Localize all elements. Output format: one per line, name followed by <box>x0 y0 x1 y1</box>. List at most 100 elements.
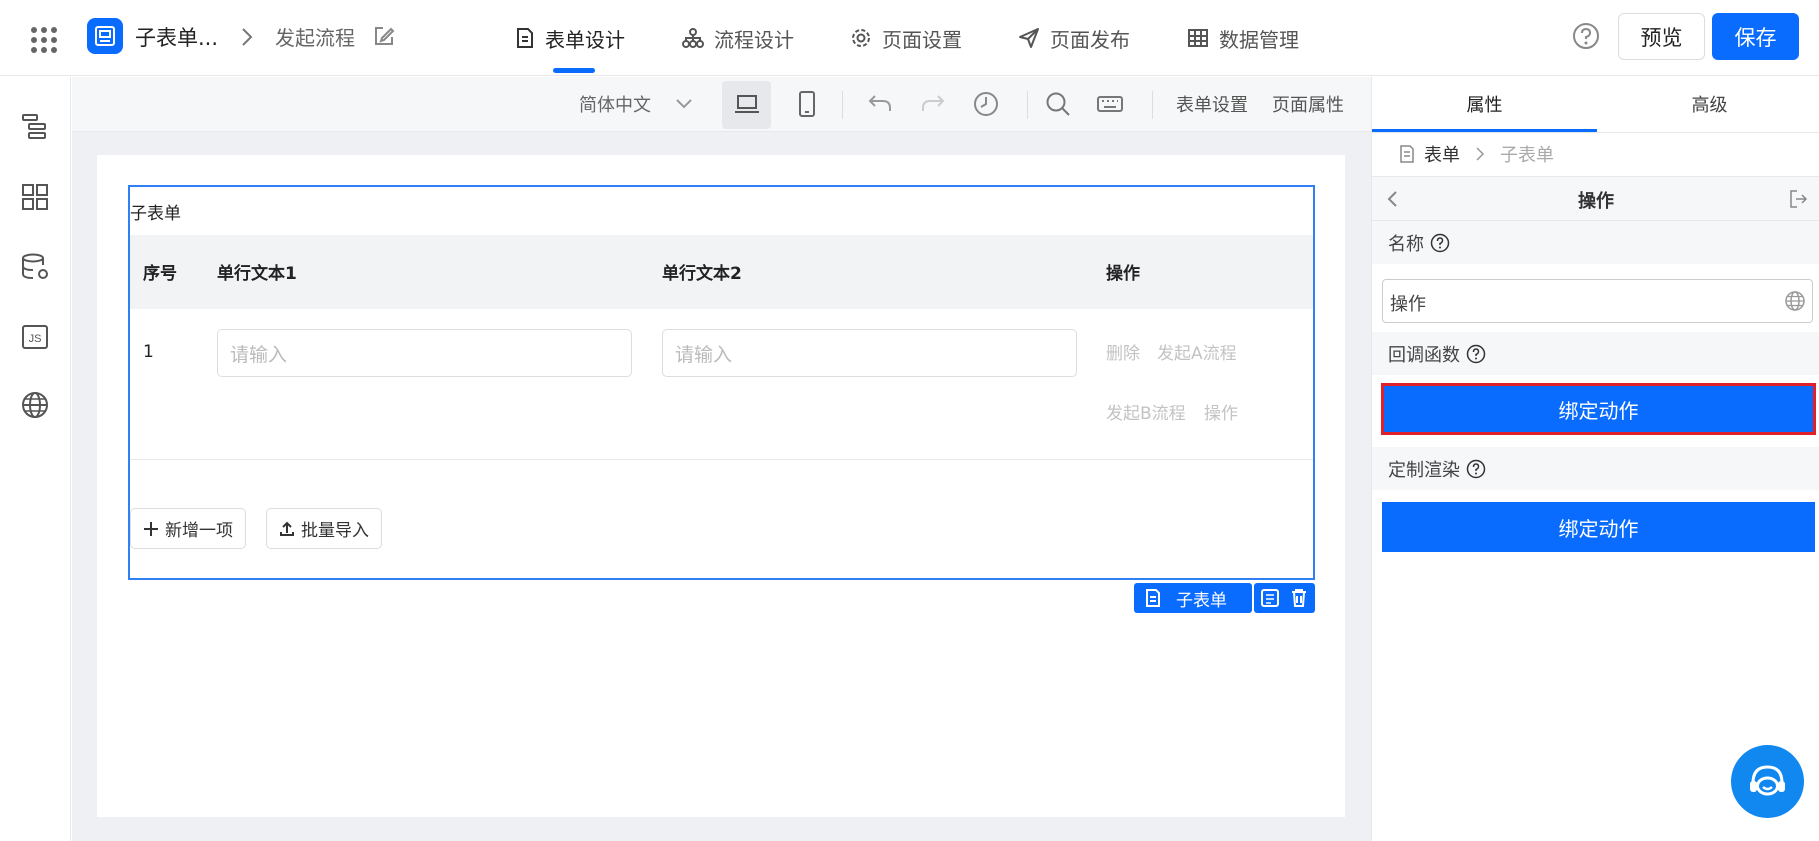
preview-button[interactable]: 预览 <box>1618 13 1705 60</box>
tab-label: 数据管理 <box>1219 27 1299 52</box>
search-icon[interactable] <box>1044 90 1072 118</box>
properties-panel: 属性 高级 表单 子表单 操作 名称 操作 回调函数 绑定动作 定制渲染 绑定动… <box>1371 77 1819 841</box>
batch-import-label: 批量导入 <box>301 521 369 541</box>
exit-icon[interactable] <box>1788 189 1808 209</box>
history-icon[interactable] <box>972 90 1000 118</box>
text-input-2[interactable]: 请输入 <box>662 329 1077 377</box>
plus-icon <box>144 521 158 536</box>
app-name[interactable]: 子表单... <box>135 22 218 52</box>
page-props-link[interactable]: 页面属性 <box>1272 91 1344 117</box>
row-divider <box>130 459 1313 460</box>
toolbar-divider <box>842 91 843 119</box>
tab-label: 表单设计 <box>545 27 625 52</box>
tab-advanced[interactable]: 高级 <box>1597 77 1819 131</box>
delete-link[interactable]: 删除 <box>1106 339 1140 364</box>
bind-action-button[interactable]: 绑定动作 <box>1381 383 1816 435</box>
name-label: 名称 <box>1388 233 1424 255</box>
trash-icon[interactable] <box>1290 588 1308 608</box>
start-flow-a-link[interactable]: 发起A流程 <box>1157 339 1237 364</box>
laptop-icon <box>735 95 759 113</box>
callback-label: 回调函数 <box>1388 344 1460 366</box>
breadcrumb-current: 子表单 <box>1500 145 1554 166</box>
text-input-1[interactable]: 请输入 <box>217 329 632 377</box>
keyboard-icon[interactable] <box>1096 90 1124 118</box>
batch-import-button[interactable]: 批量导入 <box>266 508 382 549</box>
datasource-icon[interactable] <box>20 252 50 282</box>
tab-form-design[interactable]: 表单设计 <box>515 20 625 56</box>
start-flow-b-link[interactable]: 发起B流程 <box>1106 399 1186 424</box>
customer-support-icon[interactable] <box>1731 745 1804 818</box>
panel-header: 操作 <box>1372 176 1819 221</box>
help-icon[interactable] <box>1430 233 1450 253</box>
breadcrumb: 表单 子表单 <box>1372 132 1819 175</box>
operation-link[interactable]: 操作 <box>1204 399 1238 424</box>
tab-properties[interactable]: 属性 <box>1372 77 1597 131</box>
svg-text:JS: JS <box>29 333 42 345</box>
save-button[interactable]: 保存 <box>1712 13 1799 60</box>
subform-selection-tag[interactable]: 子表单 <box>1134 583 1252 613</box>
column-header: 单行文本1 <box>217 264 297 284</box>
bind-render-action-button[interactable]: 绑定动作 <box>1382 502 1815 552</box>
globe-icon[interactable] <box>20 390 50 420</box>
document-icon <box>517 28 533 48</box>
tab-label: 页面发布 <box>1050 27 1130 52</box>
left-sidebar: JS <box>0 77 71 841</box>
column-header: 操作 <box>1106 264 1140 284</box>
chevron-down-icon <box>676 99 692 109</box>
upload-icon <box>280 521 294 536</box>
tab-label: 流程设计 <box>714 27 794 52</box>
help-icon[interactable] <box>1466 344 1486 364</box>
subform-title: 子表单 <box>130 204 181 224</box>
name-input-value: 操作 <box>1390 294 1426 315</box>
top-bar: 子表单... 发起流程 表单设计 流程设计 页面设置 页面发布 数据管理 预览 … <box>0 0 1819 76</box>
subform-toolbar <box>1254 583 1315 613</box>
form-settings-link[interactable]: 表单设置 <box>1176 91 1248 117</box>
document-icon <box>1400 145 1414 163</box>
js-icon[interactable]: JS <box>20 322 50 352</box>
subform-component[interactable]: 子表单 序号 单行文本1 单行文本2 操作 1 请输入 请输入 删除 发起A流程… <box>128 185 1315 580</box>
language-value: 简体中文 <box>579 95 651 116</box>
add-item-button[interactable]: 新增一项 <box>130 508 246 549</box>
chevron-right-icon <box>1476 147 1485 161</box>
add-item-label: 新增一项 <box>165 521 233 541</box>
mobile-icon <box>799 91 815 117</box>
column-header: 序号 <box>143 264 177 284</box>
custom-render-label-row: 定制渲染 <box>1372 447 1819 490</box>
callback-label-row: 回调函数 <box>1372 332 1819 375</box>
toolbar-divider <box>1152 91 1153 119</box>
mobile-view-button[interactable] <box>797 90 817 118</box>
panel-header-title: 操作 <box>1578 191 1614 212</box>
tab-page-settings[interactable]: 页面设置 <box>850 20 962 56</box>
subform-tag-label: 子表单 <box>1176 590 1227 611</box>
components-icon[interactable] <box>20 182 50 212</box>
outline-icon[interactable] <box>20 112 50 142</box>
help-icon[interactable] <box>1466 459 1486 479</box>
copy-icon[interactable] <box>1260 588 1282 608</box>
name-input[interactable]: 操作 <box>1382 279 1813 323</box>
language-select[interactable]: 简体中文 <box>579 91 693 117</box>
globe-icon[interactable] <box>1784 290 1806 312</box>
table-icon <box>1188 29 1208 47</box>
tab-data-management[interactable]: 数据管理 <box>1187 20 1299 56</box>
flow-icon <box>682 28 704 48</box>
tab-page-publish[interactable]: 页面发布 <box>1018 20 1130 56</box>
chevron-right-icon <box>240 26 254 48</box>
help-icon[interactable] <box>1572 22 1600 50</box>
custom-render-label: 定制渲染 <box>1388 459 1460 481</box>
tab-flow-design[interactable]: 流程设计 <box>682 20 794 56</box>
send-icon <box>1019 28 1039 48</box>
edit-icon[interactable] <box>373 25 395 47</box>
app-grid-icon[interactable] <box>28 24 60 56</box>
gear-icon <box>852 29 870 47</box>
redo-icon[interactable] <box>920 90 946 116</box>
row-index: 1 <box>143 342 154 362</box>
canvas-toolbar: 简体中文 表单设置 页面属性 <box>72 77 1371 132</box>
desktop-view-button[interactable] <box>722 81 771 129</box>
breadcrumb-root[interactable]: 表单 <box>1424 141 1460 167</box>
undo-icon[interactable] <box>867 90 893 116</box>
app-logo-icon <box>87 18 123 54</box>
table-header: 序号 单行文本1 单行文本2 操作 <box>130 235 1313 309</box>
column-header: 单行文本2 <box>662 264 742 284</box>
flow-name[interactable]: 发起流程 <box>275 22 355 51</box>
document-icon <box>1146 589 1160 607</box>
